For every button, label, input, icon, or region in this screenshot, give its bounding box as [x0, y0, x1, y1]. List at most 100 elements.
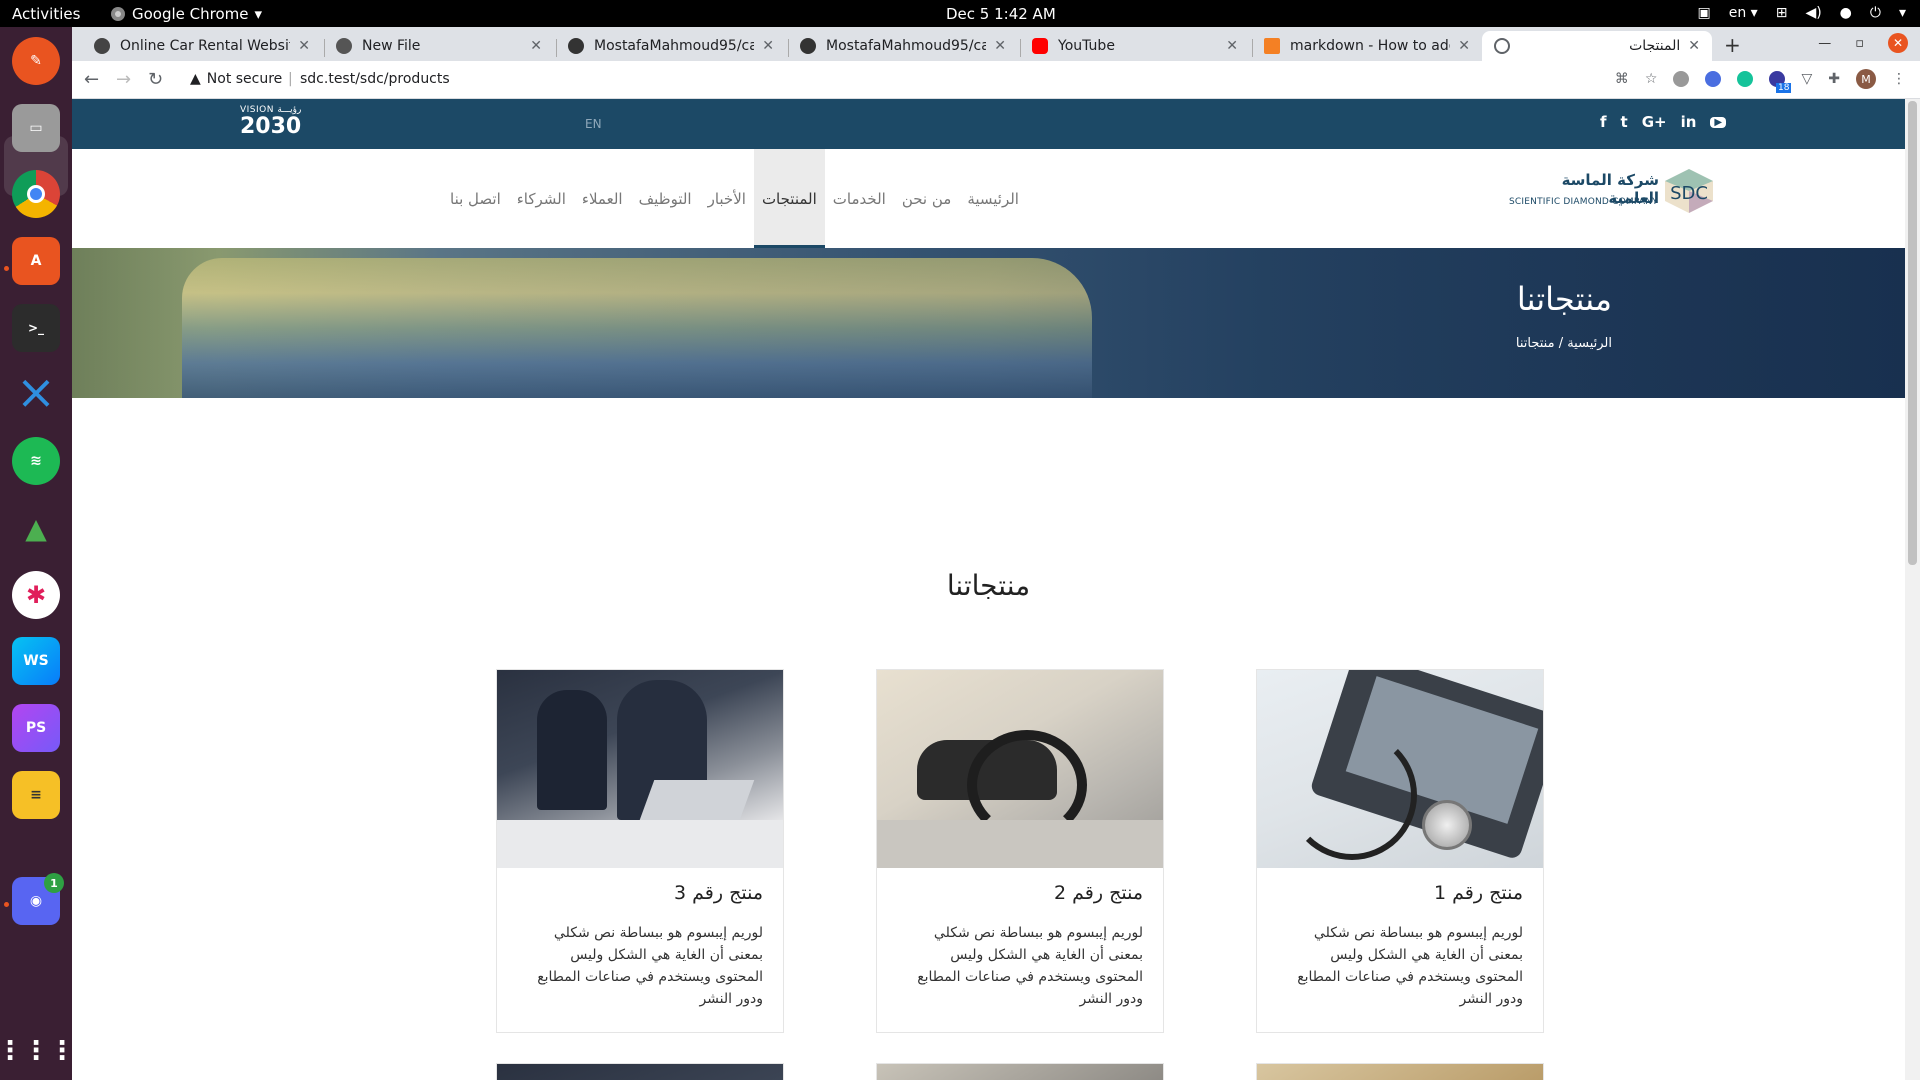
terminal-icon[interactable]: >_: [12, 304, 60, 352]
notes-icon[interactable]: ≡: [12, 771, 60, 819]
close-window-button[interactable]: ✕: [1888, 33, 1908, 53]
tab-close-icon[interactable]: ✕: [1226, 38, 1238, 54]
network-icon[interactable]: ⊞: [1776, 5, 1788, 21]
power-icon[interactable]: ⏻: [1870, 5, 1881, 21]
product-image[interactable]: [497, 670, 783, 868]
chrome-icon[interactable]: [12, 170, 60, 218]
not-secure-label: Not secure: [206, 71, 283, 87]
window-controls: — ▫ ✕: [1818, 33, 1908, 53]
linkedin-icon[interactable]: in: [1681, 113, 1697, 131]
new-tab-button[interactable]: +: [1724, 33, 1741, 57]
extension-icon[interactable]: 18: [1769, 71, 1792, 93]
vision-2030-logo[interactable]: VISION رؤيـــة 2030: [240, 105, 301, 139]
main-menu: الرئيسية من نحن الخدمات المنتجات الأخبار…: [442, 149, 1027, 248]
slack-icon[interactable]: ✱: [12, 571, 60, 619]
volume-icon[interactable]: ◀): [1805, 5, 1821, 21]
text-editor-icon[interactable]: ✎: [12, 37, 60, 85]
extension-icon[interactable]: [1705, 71, 1722, 87]
tab[interactable]: New File ✕: [324, 31, 554, 61]
product-card-partial[interactable]: [876, 1063, 1164, 1080]
product-card-partial[interactable]: [496, 1063, 784, 1080]
tab-title: MostafaMahmoud95/car: [594, 38, 755, 54]
software-store-icon[interactable]: A: [12, 237, 60, 285]
nav-products[interactable]: المنتجات: [753, 149, 825, 248]
clock[interactable]: Dec 5 1:42 AM: [946, 5, 1056, 23]
product-card[interactable]: منتج رقم 1 لوريم إيبسوم هو ببساطة نص شكل…: [1256, 669, 1544, 1033]
social-links: f t G+ in ▶: [1600, 113, 1727, 131]
product-image[interactable]: [877, 670, 1163, 868]
puzzle-icon[interactable]: ✚: [1828, 71, 1840, 87]
discord-icon[interactable]: ◉ 1: [12, 873, 64, 925]
running-dot: [4, 266, 9, 271]
tab[interactable]: markdown - How to add ✕: [1252, 31, 1482, 61]
activities-button[interactable]: Activities: [12, 5, 80, 23]
language-indicator[interactable]: en ▾: [1729, 5, 1758, 21]
tab-title: markdown - How to add: [1290, 38, 1451, 54]
discord-tray-icon[interactable]: ▣: [1697, 5, 1710, 21]
tab-favicon-icon: [94, 38, 110, 54]
vscode-icon[interactable]: ⨉: [12, 371, 60, 419]
tab-close-icon[interactable]: ✕: [530, 38, 542, 54]
company-logo[interactable]: شركة الماسة العلمية SCIENTIFIC DIAMOND C…: [1509, 167, 1735, 221]
forward-arrow-icon[interactable]: →: [116, 69, 131, 90]
tab[interactable]: Online Car Rental Websit ✕: [82, 31, 322, 61]
profile-avatar[interactable]: M: [1856, 69, 1876, 89]
spotify-icon[interactable]: ≋: [12, 437, 60, 485]
translate-icon[interactable]: ⌘: [1615, 71, 1629, 87]
language-switch[interactable]: EN: [585, 117, 602, 131]
product-card-partial[interactable]: [1256, 1063, 1544, 1080]
vue-devtools-icon[interactable]: ▽: [1801, 71, 1812, 87]
tab[interactable]: YouTube ✕: [1020, 31, 1250, 61]
nav-home[interactable]: الرئيسية: [959, 149, 1027, 248]
phpstorm-icon[interactable]: PS: [12, 704, 60, 752]
tab-active[interactable]: المنتجات ✕: [1482, 31, 1712, 61]
tab-close-icon[interactable]: ✕: [1458, 38, 1470, 54]
tab[interactable]: MostafaMahmoud95/car ✕: [556, 31, 786, 61]
twitter-icon[interactable]: t: [1621, 113, 1628, 131]
files-icon[interactable]: ▭: [12, 104, 60, 152]
rocket-icon[interactable]: ▲: [12, 504, 60, 552]
tab-title: المنتجات: [1629, 38, 1681, 54]
product-title[interactable]: منتج رقم 3: [674, 882, 763, 904]
bookmark-star-icon[interactable]: ☆: [1645, 71, 1658, 87]
more-menu-icon[interactable]: ⋮: [1892, 71, 1906, 87]
scrollbar-thumb[interactable]: [1908, 101, 1917, 565]
google-plus-icon[interactable]: G+: [1642, 113, 1667, 131]
nav-services[interactable]: الخدمات: [825, 149, 894, 248]
product-description: لوريم إيبسوم هو ببساطة نص شكلي بمعنى أن …: [917, 925, 1143, 1007]
breadcrumb[interactable]: الرئيسية / منتجاتنا: [1332, 336, 1612, 351]
nav-careers[interactable]: التوظيف: [631, 149, 700, 248]
webstorm-icon[interactable]: WS: [12, 637, 60, 685]
minimize-icon[interactable]: —: [1818, 36, 1831, 51]
security-indicator[interactable]: ▲ Not secure: [190, 71, 282, 87]
show-applications-icon[interactable]: ⋮⋮⋮: [0, 1027, 75, 1075]
tab-close-icon[interactable]: ✕: [762, 38, 774, 54]
chevron-down-icon[interactable]: ▾: [1899, 5, 1906, 21]
extension-icon[interactable]: [1673, 71, 1690, 87]
tab-close-icon[interactable]: ✕: [298, 38, 310, 54]
product-image[interactable]: [1257, 670, 1543, 868]
system-tray[interactable]: ▣ en ▾ ⊞ ◀) ● ⏻ ▾: [1697, 5, 1906, 21]
nav-contact[interactable]: اتصل بنا: [442, 149, 509, 248]
restore-icon[interactable]: ▫: [1855, 36, 1864, 51]
tab-close-icon[interactable]: ✕: [1688, 38, 1700, 54]
nav-about[interactable]: من نحن: [894, 149, 960, 248]
microphone-icon[interactable]: ●: [1840, 5, 1852, 21]
product-title[interactable]: منتج رقم 1: [1434, 882, 1523, 904]
back-arrow-icon[interactable]: ←: [84, 69, 99, 90]
facebook-icon[interactable]: f: [1600, 113, 1607, 131]
youtube-icon[interactable]: ▶: [1710, 116, 1727, 128]
product-card[interactable]: منتج رقم 2 لوريم إيبسوم هو ببساطة نص شكل…: [876, 669, 1164, 1033]
address-bar[interactable]: sdc.test/sdc/products: [300, 71, 450, 87]
tab[interactable]: MostafaMahmoud95/car ✕: [788, 31, 1018, 61]
app-menu[interactable]: Google Chrome ▾: [110, 5, 262, 23]
nav-clients[interactable]: العملاء: [574, 149, 631, 248]
product-card[interactable]: منتج رقم 3 لوريم إيبسوم هو ببساطة نص شكل…: [496, 669, 784, 1033]
nav-news[interactable]: الأخبار: [700, 149, 754, 248]
tab-close-icon[interactable]: ✕: [994, 38, 1006, 54]
grammarly-icon[interactable]: [1737, 71, 1754, 87]
page-scrollbar[interactable]: [1905, 99, 1920, 1080]
product-title[interactable]: منتج رقم 2: [1054, 882, 1143, 904]
nav-partners[interactable]: الشركاء: [509, 149, 574, 248]
reload-icon[interactable]: ↻: [148, 69, 163, 90]
